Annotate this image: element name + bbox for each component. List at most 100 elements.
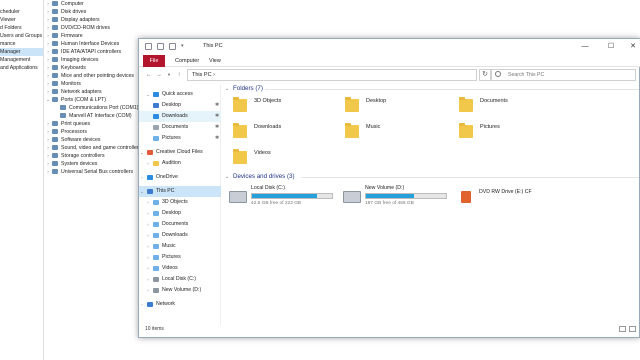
tree-item[interactable]: › Imaging devices (44, 56, 144, 64)
expand-arrow-icon[interactable]: › (44, 72, 52, 80)
expand-arrow-icon[interactable]: › (44, 64, 52, 72)
nav-item[interactable]: Pictures ✱ (139, 133, 221, 144)
nav-item[interactable]: › 3D Objects (139, 197, 221, 208)
forward-button[interactable]: → (155, 70, 163, 80)
expand-arrow-icon[interactable]: › (44, 160, 52, 168)
folder-item[interactable]: Documents (451, 97, 561, 119)
expand-arrow-icon[interactable]: › (44, 120, 52, 128)
expand-arrow-icon[interactable]: ⌄ (139, 186, 145, 197)
expand-arrow-icon[interactable]: › (44, 136, 52, 144)
tree-item[interactable]: › Keyboards (44, 64, 144, 72)
tree-item[interactable]: › Sound, video and game controllers (44, 144, 144, 152)
tree-item[interactable]: › Storage controllers (44, 152, 144, 160)
expand-arrow-icon[interactable]: › (145, 263, 151, 274)
nav-item[interactable]: › Local Disk (C:) (139, 274, 221, 285)
expand-arrow-icon[interactable]: › (44, 24, 52, 32)
expand-arrow-icon[interactable]: › (145, 208, 151, 219)
expand-arrow-icon[interactable]: › (145, 252, 151, 263)
folder-item[interactable]: Videos (225, 149, 335, 171)
nav-this-pc[interactable]: ⌄ This PC (139, 186, 221, 197)
folder-item[interactable]: Downloads (225, 123, 335, 145)
folder-item[interactable]: Desktop (337, 97, 447, 119)
tab-view[interactable]: View (201, 55, 229, 67)
expand-arrow-icon[interactable]: › (145, 158, 151, 169)
sidebar-item[interactable]: Viewer (0, 16, 43, 24)
sidebar-item[interactable] (0, 0, 43, 8)
close-button[interactable]: ✕ (623, 41, 640, 53)
expand-arrow-icon[interactable]: › (145, 285, 151, 296)
tree-item[interactable]: ⌄ Ports (COM & LPT) (44, 96, 144, 104)
customize-toolbar-icon[interactable]: ▾ (181, 43, 188, 50)
drive-item[interactable]: DVD RW Drive (E:) CF (453, 185, 565, 211)
tree-item[interactable]: › Network adapters (44, 88, 144, 96)
nav-item[interactable]: › Documents (139, 219, 221, 230)
large-icons-view-icon[interactable] (629, 326, 636, 332)
tree-item[interactable]: Communications Port (COM1) (44, 104, 144, 112)
folders-group-header[interactable]: ⌄ Folders (7) (225, 85, 263, 92)
recent-locations-button[interactable]: ▾ (165, 70, 173, 80)
minimize-button[interactable]: — (575, 41, 595, 53)
tree-item[interactable]: › Firmware (44, 32, 144, 40)
expand-arrow-icon[interactable]: › (145, 230, 151, 241)
maximize-button[interactable]: ☐ (601, 41, 621, 53)
expand-arrow-icon[interactable]: › (44, 16, 52, 24)
tree-item[interactable]: › Print queues (44, 120, 144, 128)
folder-item[interactable]: 3D Objects (225, 97, 335, 119)
title-bar[interactable]: ▾ This PC — ☐ ✕ (139, 39, 640, 55)
search-input[interactable]: Search This PC (491, 69, 636, 81)
expand-arrow-icon[interactable]: › (145, 241, 151, 252)
tree-item[interactable]: › Monitors (44, 80, 144, 88)
folder-item[interactable]: Music (337, 123, 447, 145)
nav-onedrive[interactable]: › OneDrive (139, 172, 221, 183)
collapse-arrow-icon[interactable]: ⌄ (225, 174, 233, 180)
properties-icon[interactable] (157, 43, 164, 50)
expand-arrow-icon[interactable]: › (139, 299, 145, 310)
up-button[interactable]: ↑ (175, 70, 183, 80)
expand-arrow-icon[interactable]: › (44, 40, 52, 48)
sidebar-item[interactable]: mance (0, 40, 43, 48)
sidebar-item[interactable]: cheduler (0, 8, 43, 16)
expand-arrow-icon[interactable]: › (44, 56, 52, 64)
nav-audition[interactable]: › Audition (139, 158, 221, 169)
sidebar-item[interactable]: and Applications (0, 64, 43, 72)
details-view-icon[interactable] (619, 326, 626, 332)
sidebar-item[interactable]: Management (0, 56, 43, 64)
nav-item[interactable]: Desktop ✱ (139, 100, 221, 111)
expand-arrow-icon[interactable]: › (145, 274, 151, 285)
nav-item[interactable]: › Videos (139, 263, 221, 274)
tree-item[interactable]: › Universal Serial Bus controllers (44, 168, 144, 176)
nav-creative-cloud[interactable]: ⌄ Creative Cloud Files (139, 147, 221, 158)
tree-item[interactable]: Marvell AT Interface (COM) (44, 112, 144, 120)
tree-item[interactable]: › Software devices (44, 136, 144, 144)
tree-item[interactable]: › Display adapters (44, 16, 144, 24)
expand-arrow-icon[interactable]: ⌄ (139, 147, 145, 158)
nav-item[interactable]: Downloads ✱ (139, 111, 221, 122)
expand-arrow-icon[interactable]: › (44, 152, 52, 160)
folder-item[interactable]: Pictures (451, 123, 561, 145)
refresh-button[interactable]: ↻ (479, 69, 491, 81)
nav-quick-access[interactable]: ⌄ Quick access (139, 89, 221, 100)
tree-item[interactable]: › Human Interface Devices (44, 40, 144, 48)
tree-item[interactable]: › Computer (44, 0, 144, 8)
tree-item[interactable]: › DVD/CD-ROM drives (44, 24, 144, 32)
expand-arrow-icon[interactable]: › (145, 197, 151, 208)
back-button[interactable]: ← (145, 70, 153, 80)
nav-network[interactable]: › Network (139, 299, 221, 310)
expand-arrow-icon[interactable]: › (44, 128, 52, 136)
expand-arrow-icon[interactable]: › (44, 48, 52, 56)
expand-arrow-icon[interactable]: ⌄ (44, 96, 52, 104)
expand-arrow-icon[interactable]: › (44, 0, 52, 8)
nav-item[interactable]: › New Volume (D:) (139, 285, 221, 296)
tab-file[interactable]: File (143, 55, 165, 67)
tree-item[interactable]: › Disk drives (44, 8, 144, 16)
nav-item[interactable]: Documents ✱ (139, 122, 221, 133)
nav-item[interactable]: › Desktop (139, 208, 221, 219)
expand-arrow-icon[interactable]: › (44, 88, 52, 96)
nav-item[interactable]: › Pictures (139, 252, 221, 263)
drives-group-header[interactable]: ⌄ Devices and drives (3) (225, 173, 295, 180)
drive-item[interactable]: New Volume (D:) 187 GB free of 465 GB (339, 185, 451, 211)
expand-arrow-icon[interactable]: › (139, 172, 145, 183)
expand-arrow-icon[interactable]: › (44, 144, 52, 152)
collapse-arrow-icon[interactable]: ⌄ (225, 86, 233, 92)
new-folder-icon[interactable] (169, 43, 176, 50)
